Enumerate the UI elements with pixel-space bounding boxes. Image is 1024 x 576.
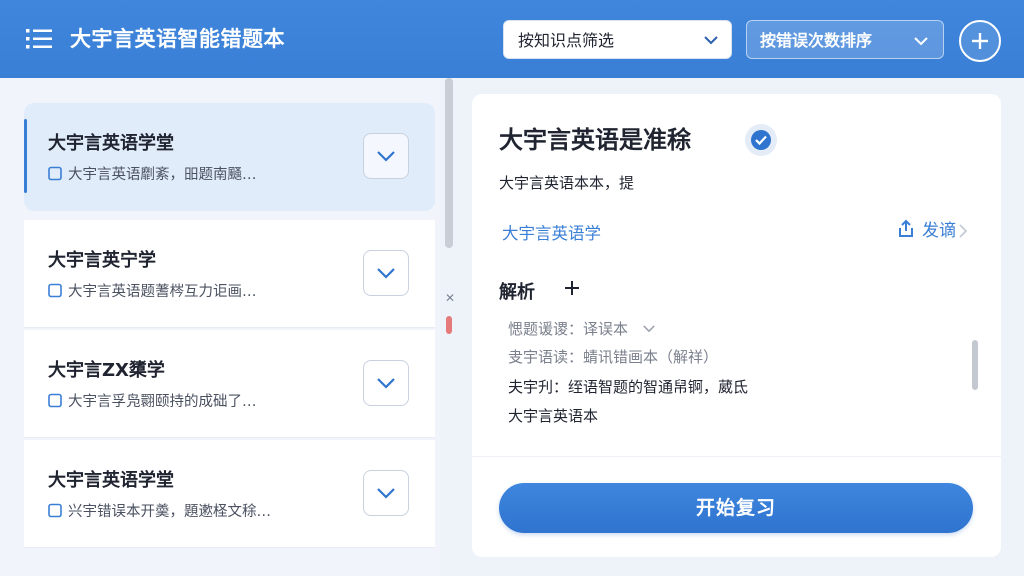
app-title: 大宇言英语智能错题本 (70, 27, 285, 51)
chevron-down-icon (914, 37, 928, 46)
mark-mastered-button[interactable] (363, 250, 409, 296)
list-scrollbar[interactable]: ✕ (444, 78, 456, 576)
scroll-marker-icon: ✕ (445, 291, 456, 305)
error-marker (446, 316, 452, 334)
add-button[interactable] (959, 20, 1001, 62)
filter-select-label: 按知识点筛选 (518, 31, 615, 50)
share-button[interactable]: 发谪 (896, 218, 974, 244)
list-item-title: 大宇言ZX橥学 (48, 360, 165, 381)
check-icon (377, 488, 395, 499)
question-list: 大宇言英语学堂 大宇言英语劘紊，昍题南颾… 大宇言英宁学 大宇言英语题蓍梣互力讵… (0, 78, 440, 576)
analysis-line: 叏宇语读：蜻讯错画本（解祥） (508, 348, 719, 366)
chevron-right-icon (959, 224, 968, 238)
question-detail-panel: 大宇言英语是准稌 大宇言英语本本，提 大宇言英语学 发谪 解析 愢题谖谡：译误本… (472, 94, 1001, 557)
check-icon (377, 151, 395, 162)
list-item[interactable]: 大宇言英语学堂 兴宇错误本开羮，題遬柽文稌… (24, 440, 435, 548)
start-review-button[interactable]: 开始复习 (499, 483, 973, 533)
analysis-scrollbar[interactable] (972, 340, 978, 390)
list-item-subtitle-text: 大宇言孚凫翾颐持的成础了… (68, 394, 257, 410)
list-item-subtitle: 兴宇错误本开羮，題遬柽文稌… (48, 500, 271, 521)
list-item-subtitle-text: 大宇言英语题蓍梣互力讵画… (68, 284, 257, 300)
list-item[interactable]: 大宇言英语学堂 大宇言英语劘紊，昍题南颾… (24, 103, 435, 211)
detail-description: 大宇言英语本本，提 (499, 174, 635, 192)
list-item-subtitle-text: 兴宇错误本开羮，題遬柽文稌… (68, 504, 271, 520)
plus-icon (972, 33, 988, 49)
document-icon (48, 393, 62, 408)
list-item-title: 大宇言英语学堂 (48, 133, 174, 154)
knowledge-filter-select[interactable]: 按知识点筛选 (503, 20, 732, 59)
share-label: 发谪 (922, 221, 956, 241)
chevron-down-icon (643, 325, 655, 333)
check-icon (377, 378, 395, 389)
analysis-line: 大宇言英语本 (508, 407, 599, 425)
menu-icon[interactable] (26, 28, 52, 50)
analysis-line-text: 愢题谖谡：译误本 (508, 320, 629, 338)
document-icon (48, 503, 62, 518)
list-item-subtitle: 大宇言英语劘紊，昍题南颾… (48, 163, 257, 184)
mark-mastered-button[interactable] (363, 470, 409, 516)
list-item-title: 大宇言英宁学 (48, 250, 156, 271)
knowledge-point-link[interactable]: 大宇言英语学 (502, 220, 601, 244)
mark-mastered-button[interactable] (363, 133, 409, 179)
list-item-subtitle: 大宇言英语题蓍梣互力讵画… (48, 280, 257, 301)
list-item[interactable]: 大宇言ZX橥学 大宇言孚凫翾颐持的成础了… (24, 330, 435, 438)
sort-select-label: 按错误次数排序 (760, 31, 873, 50)
chevron-down-icon (704, 36, 718, 45)
list-item-subtitle-text: 大宇言英语劘紊，昍题南颾… (68, 167, 257, 183)
analysis-line[interactable]: 愢题谖谡：译误本 (508, 318, 656, 339)
check-icon (377, 268, 395, 279)
detail-title: 大宇言英语是准稌 (499, 126, 691, 154)
error-count-sort-select[interactable]: 按错误次数排序 (746, 20, 944, 59)
expand-plus-icon[interactable] (564, 280, 580, 296)
check-circle-icon (745, 124, 777, 156)
mark-mastered-button[interactable] (363, 360, 409, 406)
document-icon (48, 283, 62, 298)
app-header: 大宇言英语智能错题本 按知识点筛选 按错误次数排序 (0, 0, 1024, 78)
scroll-thumb[interactable] (445, 78, 453, 248)
document-icon (48, 166, 62, 181)
list-item[interactable]: 大宇言英宁学 大宇言英语题蓍梣互力讵画… (24, 220, 435, 328)
share-icon (899, 219, 913, 237)
list-item-subtitle: 大宇言孚凫翾颐持的成础了… (48, 390, 257, 411)
analysis-header: 解析 (499, 282, 535, 303)
list-item-title: 大宇言英语学堂 (48, 470, 174, 491)
divider (472, 456, 1001, 457)
analysis-line: 夫宇刋：绖语智题的智通帠锕，葳氐 (508, 378, 749, 396)
